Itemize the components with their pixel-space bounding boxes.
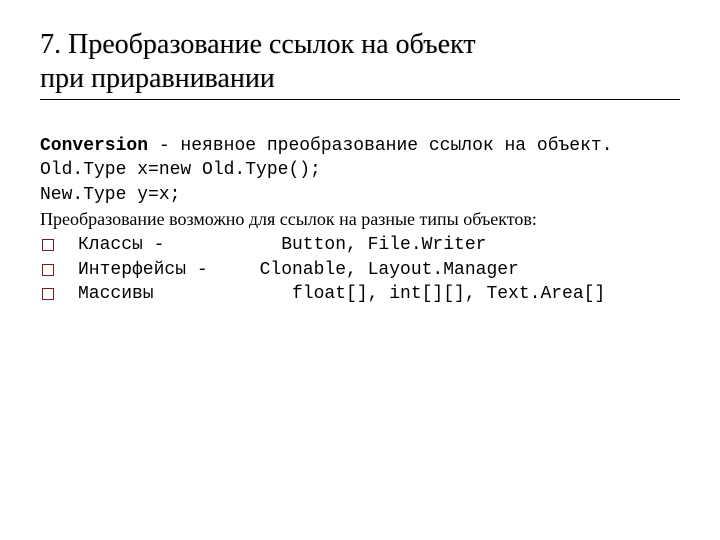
- list-item-label: Массивы: [78, 282, 238, 306]
- title-line-2: при приравнивании: [40, 63, 275, 94]
- list-item-label: Интерфейсы -: [78, 258, 238, 282]
- list-item-value: Clonable, Layout.Manager: [238, 258, 519, 282]
- list-item: Массивы float[], int[][], Text.Area[]: [40, 282, 680, 306]
- content: Conversion - неявное преобразование ссыл…: [40, 132, 680, 306]
- square-bullet-icon: [42, 288, 54, 300]
- code-line-1: Old.Type x=new Old.Type();: [40, 158, 680, 182]
- square-bullet-icon: [42, 239, 54, 251]
- title-divider: [40, 99, 680, 100]
- list-item: Интерфейсы - Clonable, Layout.Manager: [40, 258, 680, 282]
- page-title: 7. Преобразование ссылок на объект при п…: [40, 28, 680, 95]
- list-item: Классы - Button, File.Writer: [40, 233, 680, 257]
- square-bullet-icon: [42, 264, 54, 276]
- bullet-list: Классы - Button, File.Writer Интерфейсы …: [40, 233, 680, 306]
- list-item-label: Классы -: [78, 233, 238, 257]
- slide: 7. Преобразование ссылок на объект при п…: [0, 0, 720, 326]
- conversion-line: Conversion - неявное преобразование ссыл…: [40, 132, 680, 158]
- conversion-keyword: Conversion: [40, 136, 148, 156]
- code-line-2: New.Type y=x;: [40, 183, 680, 207]
- list-item-value: float[], int[][], Text.Area[]: [238, 282, 605, 306]
- conversion-rest: - неявное преобразование ссылок на объек…: [148, 136, 612, 156]
- intro-line: Преобразование возможно для ссылок на ра…: [40, 207, 680, 231]
- list-item-value: Button, File.Writer: [238, 233, 486, 257]
- title-line-1: 7. Преобразование ссылок на объект: [40, 29, 475, 60]
